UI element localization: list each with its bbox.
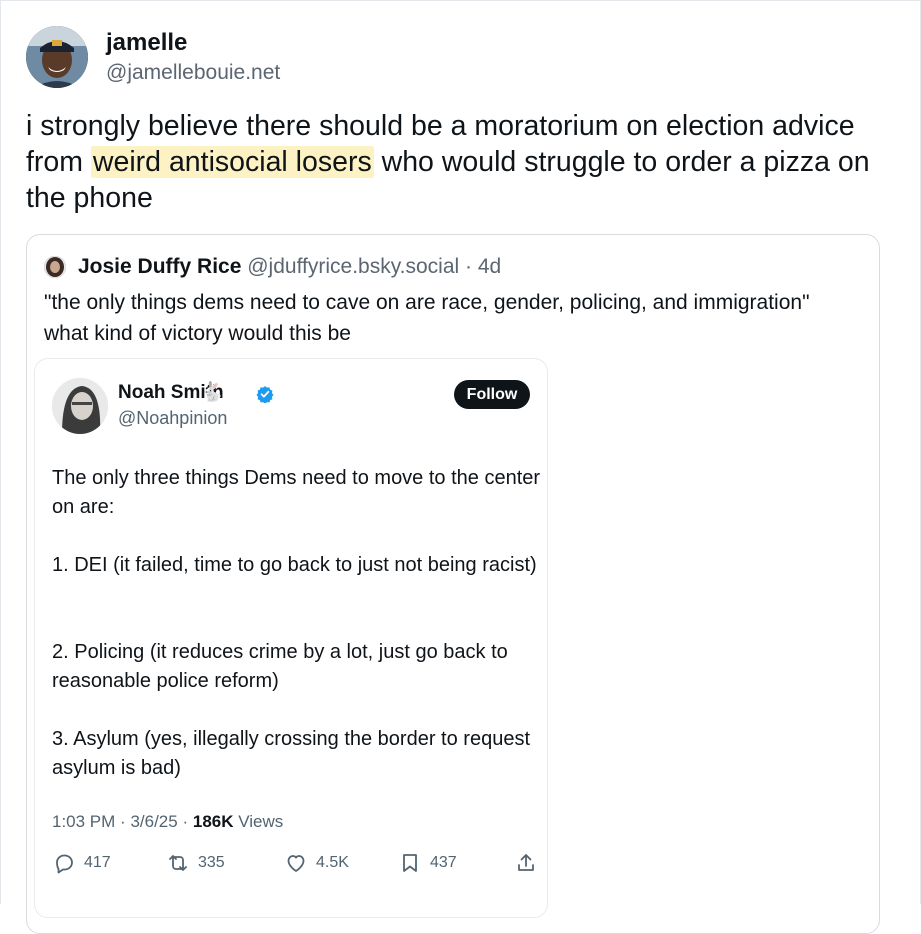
embedded-meta: 1:03 PM · 3/6/25 · 186K Views xyxy=(52,812,283,832)
quoted-author-handle[interactable]: @jduffyrice.bsky.social xyxy=(247,255,459,278)
share-icon xyxy=(518,854,534,871)
embedded-paragraph: 2. Policing (it reduces crime by a lot, … xyxy=(52,641,508,692)
reply-count: 417 xyxy=(84,854,111,871)
quoted-separator: · xyxy=(465,255,473,278)
like-count: 4.5K xyxy=(316,854,349,871)
bookmark-action: 437 xyxy=(398,850,457,876)
views-count: 186K xyxy=(192,812,234,831)
highlighted-phrase: weird antisocial losers xyxy=(90,146,374,178)
meta-separator: · xyxy=(182,812,189,831)
repost-count: 335 xyxy=(198,854,225,871)
embedded-paragraph: 3. Asylum (yes, illegally crossing the b… xyxy=(52,728,530,779)
quoted-author-avatar xyxy=(44,256,66,278)
quoted-post-text: "the only things dems need to cave on ar… xyxy=(44,291,810,345)
quoted-post-age: 4d xyxy=(477,255,502,278)
reply-icon xyxy=(56,854,73,874)
repost-icon xyxy=(169,855,187,871)
meta-separator: · xyxy=(120,812,126,831)
rabbit-emoji: 🐇 xyxy=(200,382,224,403)
bookmark-icon xyxy=(403,854,417,872)
repost-action: 335 xyxy=(166,850,225,876)
reply-action: 417 xyxy=(52,850,111,876)
like-action: 4.5K xyxy=(284,850,349,876)
embedded-date: 3/6/25 xyxy=(130,812,178,831)
bookmark-count: 437 xyxy=(430,854,457,871)
quoted-post-header: Josie Duffy Rice @jduffyrice.bsky.social… xyxy=(78,255,501,279)
embedded-time: 1:03 PM xyxy=(52,812,116,831)
views-label: Views xyxy=(238,812,284,831)
embedded-author-avatar xyxy=(52,378,108,434)
author-name[interactable]: jamelle xyxy=(106,29,187,57)
quoted-author-name[interactable]: Josie Duffy Rice xyxy=(78,255,241,278)
like-icon xyxy=(287,855,305,872)
verified-badge-icon xyxy=(256,385,274,404)
share-action xyxy=(514,850,538,876)
embedded-author-handle: @Noahpinion xyxy=(118,408,228,428)
author-avatar[interactable] xyxy=(26,26,88,88)
follow-button: Follow xyxy=(454,380,530,409)
embedded-paragraph: 1. DEI (it failed, time to go back to ju… xyxy=(52,554,537,576)
post-text: i strongly believe there should be a mor… xyxy=(26,108,906,216)
author-handle[interactable]: @jamellebouie.net xyxy=(106,61,280,85)
embedded-paragraph: The only three things Dems need to move … xyxy=(52,467,541,518)
